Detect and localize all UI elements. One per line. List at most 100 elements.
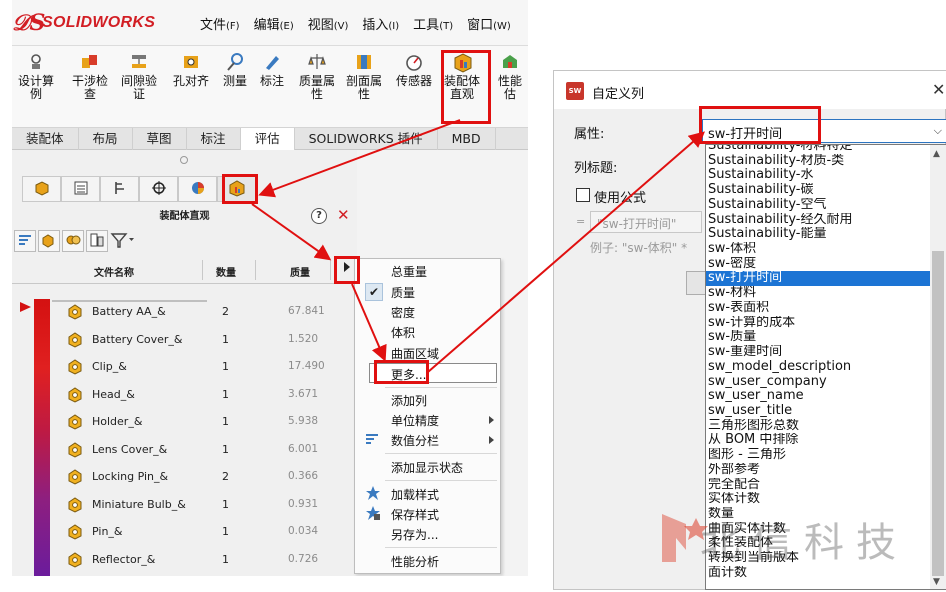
table-row[interactable]: Pin_& 1 0.034 [12, 520, 357, 546]
property-option[interactable]: sw-质量 [706, 330, 932, 345]
menu-window[interactable]: 窗口(W) [467, 14, 511, 33]
design-study-button[interactable]: 设计算 例 [18, 52, 54, 101]
menu-item-density[interactable]: 密度 [355, 302, 502, 322]
property-option[interactable]: 外部参考 [706, 463, 932, 478]
pane-tab-configurationmanager[interactable] [100, 176, 139, 202]
parts-view-button[interactable] [38, 230, 60, 252]
pane-tab-featuremanager[interactable] [22, 176, 61, 202]
grouping-view-button[interactable] [86, 230, 108, 252]
table-row[interactable]: Miniature Bulb_& 1 0.931 [12, 493, 357, 519]
table-row[interactable]: Clip_& 1 17.490 [12, 355, 357, 381]
property-option[interactable]: Sustainability-材料特定 [706, 145, 932, 154]
components-icon [65, 232, 81, 251]
menu-item-load-style[interactable]: 加载样式 [355, 484, 502, 504]
tab-sketch[interactable]: 草图 [133, 128, 187, 150]
column-header-quantity[interactable]: 数量 [216, 264, 236, 279]
column-header-filename[interactable]: 文件名称 [94, 264, 134, 279]
property-option[interactable]: 图形 - 三角形 [706, 448, 932, 463]
sensor-button[interactable]: 传感器 [396, 52, 432, 88]
property-option[interactable]: sw_model_description [706, 360, 932, 375]
menu-edit[interactable]: 编辑(E) [254, 14, 294, 33]
property-option[interactable]: 三角形图形总数 [706, 419, 932, 434]
close-icon[interactable]: ✕ [337, 206, 350, 224]
list-view-button[interactable] [14, 230, 36, 252]
dialog-close-icon[interactable]: ✕ [932, 80, 945, 99]
menu-file[interactable]: 文件(F) [200, 14, 240, 33]
scroll-up-icon[interactable]: ▲ [933, 149, 940, 159]
menu-item-save-as[interactable]: 另存为... [355, 524, 502, 544]
menu-item-add-column[interactable]: 添加列 [355, 390, 502, 410]
menu-item-save-style[interactable]: 保存样式 [355, 504, 502, 524]
menu-insert[interactable]: 插入(I) [362, 14, 399, 33]
property-option[interactable]: 完全配合 [706, 478, 932, 493]
property-option[interactable]: sw-表面积 [706, 301, 932, 316]
tab-layout[interactable]: 布局 [79, 128, 133, 150]
help-icon[interactable]: ? [311, 208, 327, 224]
table-row[interactable]: Holder_& 1 5.938 [12, 410, 357, 436]
table-row[interactable]: Lens Cover_& 1 6.001 [12, 438, 357, 464]
mass-properties-button[interactable]: 质量属 性 [299, 52, 335, 101]
pane-tab-dimxpert[interactable] [139, 176, 178, 202]
property-option[interactable]: sw-体积 [706, 242, 932, 257]
column-header-mass[interactable]: 质量 [290, 264, 310, 279]
menu-view[interactable]: 视图(V) [308, 14, 349, 33]
menu-tools[interactable]: 工具(T) [413, 14, 453, 33]
menu-item-mass[interactable]: ✔ 质量 [355, 282, 502, 302]
property-option[interactable]: Sustainability-能量 [706, 227, 932, 242]
property-option[interactable]: Sustainability-碳 [706, 183, 932, 198]
property-option[interactable]: 从 BOM 中排除 [706, 433, 932, 448]
markup-button[interactable]: 标注 [260, 52, 284, 88]
property-option[interactable]: sw-重建时间 [706, 345, 932, 360]
scrollbar-thumb[interactable] [932, 251, 944, 576]
menu-item-volume[interactable]: 体积 [355, 322, 502, 342]
interference-check-button[interactable]: 干涉检 查 [72, 52, 108, 101]
tab-assembly[interactable]: 装配体 [12, 128, 79, 150]
dropdown-scrollbar[interactable]: ▲ ▼ [930, 145, 946, 589]
menu-item-value-bar[interactable]: 数值分栏 [355, 430, 502, 450]
pane-grip-handle[interactable] [180, 156, 188, 164]
performance-evaluation-button[interactable]: 性能 估 [498, 52, 522, 101]
hole-alignment-button[interactable]: 孔对齐 [173, 52, 209, 88]
property-option[interactable]: sw-计算的成本 [706, 316, 932, 331]
formula-field[interactable]: "sw-打开时间" [590, 211, 702, 233]
property-option[interactable]: 数量 [706, 507, 932, 522]
filter-dropdown[interactable] [110, 230, 140, 252]
scroll-down-icon[interactable]: ▼ [933, 577, 940, 587]
property-option[interactable]: 转换到当前版本 [706, 551, 932, 566]
section-properties-button[interactable]: 剖面属 性 [346, 52, 382, 101]
use-formula-checkbox[interactable] [576, 188, 590, 202]
property-option[interactable]: Sustainability-空气 [706, 198, 932, 213]
clearance-verification-button[interactable]: 间隙验 证 [121, 52, 157, 101]
table-row[interactable]: Reflector_& 1 0.726 [12, 548, 357, 574]
tab-markup[interactable]: 标注 [187, 128, 241, 150]
property-option[interactable]: 曲面实体计数 [706, 522, 932, 537]
measure-button[interactable]: 测量 [223, 52, 247, 88]
property-option[interactable]: Sustainability-经久耐用 [706, 213, 932, 228]
components-view-button[interactable] [62, 230, 84, 252]
property-option[interactable]: 面计数 [706, 566, 932, 581]
menu-item-performance-analysis[interactable]: 性能分析 [355, 551, 502, 571]
pane-tab-propertymanager[interactable] [61, 176, 100, 202]
menu-item-unit-precision[interactable]: 单位精度 [355, 410, 502, 430]
menu-item-add-display-state[interactable]: 添加显示状态 [355, 457, 502, 477]
table-row[interactable]: Locking Pin_& 2 0.366 [12, 465, 357, 491]
tab-evaluate[interactable]: 评估 [240, 128, 295, 150]
table-row[interactable]: Head_& 1 3.671 [12, 383, 357, 409]
property-option[interactable]: 柔性装配体 [706, 536, 932, 551]
property-option[interactable]: sw_user_title [706, 404, 932, 419]
property-option[interactable]: Sustainability-材质-类 [706, 154, 932, 169]
menu-item-total-mass[interactable]: 总重量 [355, 261, 502, 281]
table-row[interactable]: Battery Cover_& 1 1.520 [12, 328, 357, 354]
property-option[interactable]: sw_user_company [706, 375, 932, 390]
property-option[interactable]: sw-打开时间 [706, 271, 932, 287]
tab-solidworks-addins[interactable]: SOLIDWORKS 插件 [295, 128, 438, 150]
chevron-down-icon[interactable]: ⌵ [934, 124, 942, 138]
property-option[interactable]: sw-材料 [706, 286, 932, 301]
table-row[interactable]: Battery AA_& 2 67.841 [12, 300, 357, 326]
pane-tab-display-manager[interactable] [178, 176, 217, 202]
tab-mbd[interactable]: MBD [438, 128, 496, 150]
property-option[interactable]: sw-密度 [706, 257, 932, 272]
property-option[interactable]: sw_user_name [706, 389, 932, 404]
property-option[interactable]: Sustainability-水 [706, 168, 932, 183]
property-option[interactable]: 实体计数 [706, 492, 932, 507]
